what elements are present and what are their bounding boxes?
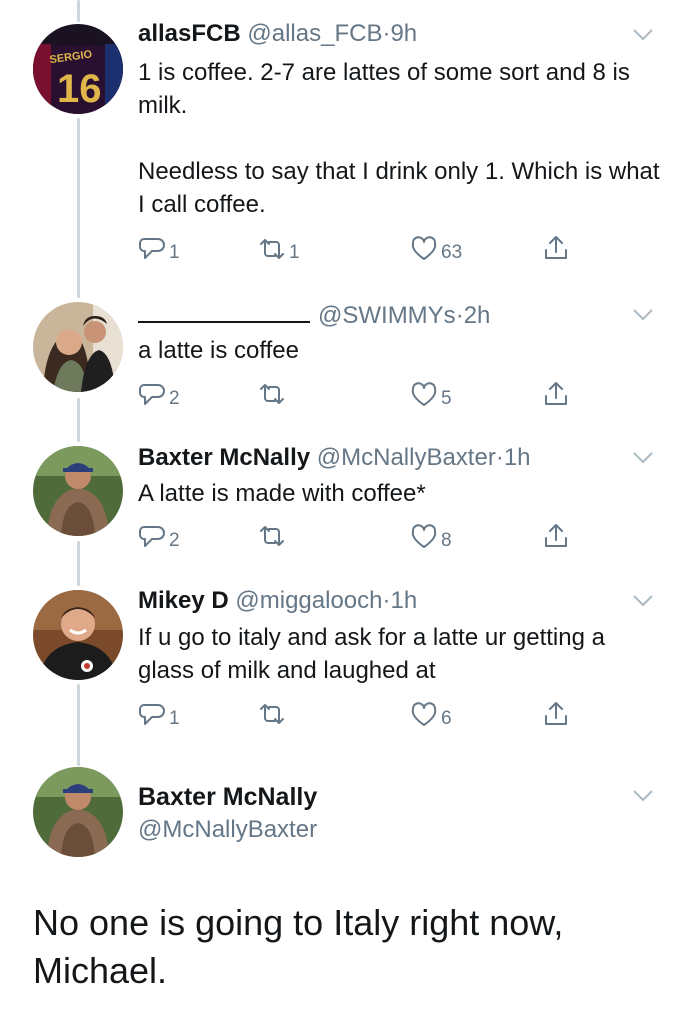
reply-count: 1 (169, 708, 180, 729)
action-bar: 1 1 63 (138, 234, 598, 264)
tweet[interactable]: Baxter McNally @McNallyBaxter·1h A latte… (0, 440, 684, 585)
heart-icon (411, 236, 437, 260)
share-icon (545, 236, 567, 259)
tweet[interactable]: SERGIO 16 allasFCB @allas_FCB·9h 1 is co… (0, 0, 684, 300)
chevron-down-icon[interactable] (632, 451, 654, 465)
tweet-paragraph: 1 is coffee. 2-7 are lattes of some sort… (138, 59, 630, 119)
retweet-button[interactable] (258, 380, 289, 408)
retweet-button[interactable] (258, 700, 289, 728)
reply-button[interactable]: 1 (138, 234, 180, 264)
separator: · (495, 444, 504, 471)
retweet-icon (260, 239, 284, 259)
tweet-paragraph: A latte is made with coffee* (138, 480, 426, 507)
timestamp[interactable]: 2h (464, 302, 491, 329)
display-name[interactable]: Baxter McNally (138, 781, 317, 813)
tweet-text: If u go to italy and ask for a latte ur … (138, 621, 663, 687)
display-name[interactable]: Baxter McNally (138, 444, 310, 471)
like-button[interactable]: 5 (410, 380, 452, 410)
like-button[interactable]: 8 (410, 522, 452, 552)
action-bar: 2 8 (138, 522, 598, 552)
tweet-paragraph: a latte is coffee (138, 337, 299, 364)
retweet-icon (260, 384, 284, 404)
avatar[interactable] (33, 767, 123, 857)
timestamp[interactable]: 1h (504, 444, 531, 471)
tweet-header: allasFCB @allas_FCB·9h (138, 19, 417, 49)
couple-selfie-avatar-icon (33, 302, 123, 392)
timestamp[interactable]: 9h (390, 20, 417, 47)
like-count: 63 (441, 242, 463, 263)
reply-icon (139, 238, 165, 259)
tweet-text: a latte is coffee (138, 334, 663, 367)
tweet-text: A latte is made with coffee* (138, 477, 663, 510)
tweet-header: @SWIMMYs·2h (138, 301, 490, 331)
display-name[interactable] (138, 303, 310, 323)
tweet-paragraph: If u go to italy and ask for a latte ur … (138, 624, 605, 684)
like-count: 8 (441, 530, 452, 551)
reply-icon (139, 384, 165, 405)
chevron-down-icon[interactable] (632, 789, 654, 803)
like-count: 5 (441, 388, 452, 409)
focused-tweet[interactable]: Baxter McNally @McNallyBaxter No one is … (0, 765, 684, 1023)
share-button[interactable] (542, 234, 570, 262)
timestamp[interactable]: 1h (390, 587, 417, 614)
share-button[interactable] (542, 522, 570, 550)
smiling-man-avatar-icon (33, 590, 123, 680)
user-handle[interactable]: @allas_FCB (247, 20, 382, 47)
retweet-button[interactable]: 1 (258, 234, 300, 264)
retweet-icon (260, 704, 284, 724)
reply-icon (139, 704, 165, 725)
like-count: 6 (441, 708, 452, 729)
chevron-down-icon[interactable] (632, 28, 654, 42)
reply-button[interactable]: 2 (138, 380, 180, 410)
tweet-text: 1 is coffee. 2-7 are lattes of some sort… (138, 56, 663, 221)
reply-button[interactable]: 2 (138, 522, 180, 552)
separator: · (455, 302, 464, 329)
display-name[interactable]: allasFCB (138, 20, 241, 47)
user-handle[interactable]: @SWIMMYs (318, 302, 456, 329)
reply-count: 1 (169, 242, 180, 263)
man-with-cap-avatar-icon (33, 446, 123, 536)
user-handle[interactable]: @McNallyBaxter (138, 815, 317, 845)
man-with-cap-avatar-icon (33, 767, 123, 857)
tweet-text: No one is going to Italy right now, Mich… (33, 902, 564, 991)
avatar[interactable] (33, 590, 123, 680)
like-button[interactable]: 63 (410, 234, 462, 264)
reply-count: 2 (169, 388, 180, 409)
heart-icon (411, 702, 437, 726)
tweet[interactable]: Mikey D @miggalooch·1h If u go to italy … (0, 585, 684, 765)
reply-icon (139, 526, 165, 547)
tweet[interactable]: @SWIMMYs·2h a latte is coffee 2 5 (0, 300, 684, 440)
user-handle[interactable]: @miggalooch (235, 587, 382, 614)
display-name[interactable]: Mikey D (138, 587, 229, 614)
retweet-icon (260, 526, 284, 546)
share-button[interactable] (542, 700, 570, 728)
tweet-header: Mikey D @miggalooch·1h (138, 586, 417, 616)
svg-text:16: 16 (57, 67, 102, 111)
chevron-down-icon[interactable] (632, 308, 654, 322)
reply-button[interactable]: 1 (138, 700, 180, 730)
tweet-paragraph: Needless to say that I drink only 1. Whi… (138, 158, 660, 218)
share-icon (545, 382, 567, 405)
tweet-header: Baxter McNally @McNallyBaxter·1h (138, 443, 531, 473)
avatar[interactable]: SERGIO 16 (33, 24, 123, 114)
action-bar: 1 6 (138, 700, 598, 730)
retweet-count: 1 (289, 242, 300, 263)
user-handle[interactable]: @McNallyBaxter (317, 444, 496, 471)
reply-count: 2 (169, 530, 180, 551)
chevron-down-icon[interactable] (632, 594, 654, 608)
action-bar: 2 5 (138, 380, 598, 410)
jersey-16-avatar-icon: SERGIO 16 (33, 24, 123, 114)
share-icon (545, 702, 567, 725)
heart-icon (411, 382, 437, 406)
retweet-button[interactable] (258, 522, 289, 550)
avatar[interactable] (33, 302, 123, 392)
like-button[interactable]: 6 (410, 700, 452, 730)
share-button[interactable] (542, 380, 570, 408)
share-icon (545, 524, 567, 547)
heart-icon (411, 524, 437, 548)
avatar[interactable] (33, 446, 123, 536)
